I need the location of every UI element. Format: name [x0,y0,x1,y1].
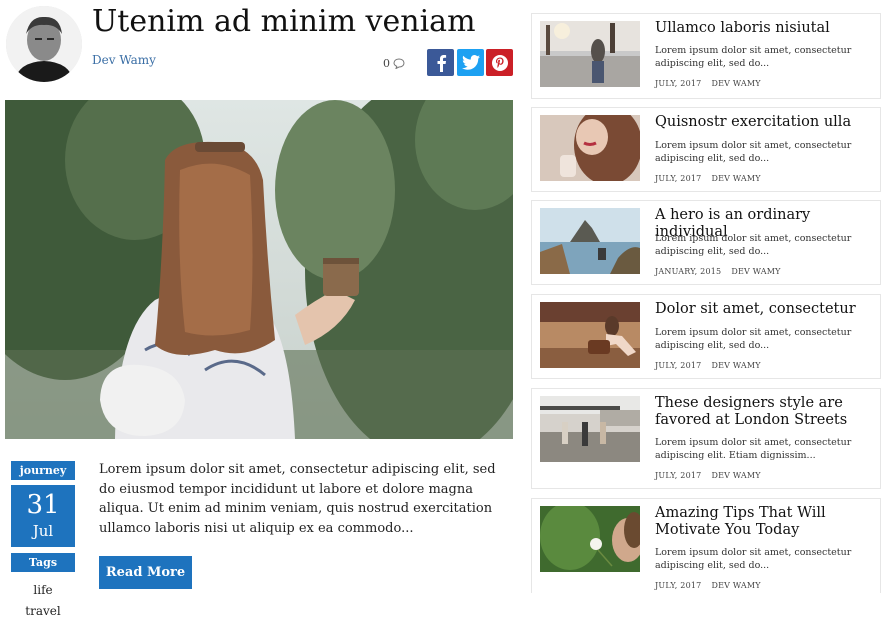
twitter-share-button[interactable] [457,49,484,76]
facebook-icon [437,54,446,72]
author-avatar[interactable] [6,6,82,82]
sidebar-post-card[interactable]: These designers style are favored at Lon… [531,388,881,489]
sidebar-post-meta: JULY, 2017 DEV WAMY [655,581,761,590]
pinterest-share-button[interactable] [486,49,513,76]
sidebar-post-meta: JULY, 2017 DEV WAMY [655,361,761,370]
comment-count[interactable]: 0 [383,57,405,70]
sidebar-post-thumbnail[interactable] [540,396,640,462]
featured-image[interactable] [5,100,513,439]
post-author-link[interactable]: Dev Wamy [92,53,156,67]
sidebar-post-title[interactable]: Amazing Tips That Will Motivate You Toda… [655,505,877,539]
post-date-day: 31 [26,490,60,520]
sidebar-post-excerpt: Lorem ipsum dolor sit amet, consectetur … [655,140,852,164]
twitter-icon [461,55,480,70]
sidebar-post-date: JULY, 2017 [655,174,702,183]
sidebar-post-thumbnail[interactable] [540,302,640,368]
sidebar-post-meta: JANUARY, 2015 DEV WAMY [655,267,781,276]
post-date-month: Jul [32,522,54,540]
tags-label: Tags [11,553,75,572]
sidebar-post-thumbnail[interactable] [540,208,640,274]
sidebar-post-author[interactable]: DEV WAMY [711,174,760,183]
sidebar-post-card[interactable]: A hero is an ordinary individual Lorem i… [531,200,881,285]
sidebar-post-meta: JULY, 2017 DEV WAMY [655,471,761,480]
sidebar-post-author[interactable]: DEV WAMY [711,361,760,370]
sidebar-post-excerpt: Lorem ipsum dolor sit amet, consectetur … [655,233,852,257]
post-date-box: 31 Jul [11,485,75,547]
sidebar-post-card[interactable]: Dolor sit amet, consectetur Lorem ipsum … [531,294,881,379]
sidebar-post-meta: JULY, 2017 DEV WAMY [655,79,761,88]
category-badge[interactable]: journey [11,461,75,480]
pinterest-icon [491,54,508,71]
sidebar-post-meta: JULY, 2017 DEV WAMY [655,174,761,183]
sidebar-post-title[interactable]: Dolor sit amet, consectetur [655,301,877,318]
sidebar-post-card[interactable]: Amazing Tips That Will Motivate You Toda… [531,498,881,593]
comment-count-value: 0 [383,57,390,70]
sidebar-post-thumbnail[interactable] [540,115,640,181]
sidebar-post-date: JULY, 2017 [655,361,702,370]
sidebar-post-excerpt: Lorem ipsum dolor sit amet, consectetur … [655,547,852,571]
sidebar-post-date: JULY, 2017 [655,471,702,480]
sidebar-post-author[interactable]: DEV WAMY [731,267,780,276]
sidebar-post-thumbnail[interactable] [540,21,640,87]
sidebar-post-title[interactable]: Quisnostr exercitation ulla [655,114,877,131]
sidebar-post-card[interactable]: Quisnostr exercitation ulla Lorem ipsum … [531,107,881,192]
sidebar-post-excerpt: Lorem ipsum dolor sit amet, consectetur … [655,327,852,351]
sidebar-post-author[interactable]: DEV WAMY [711,471,760,480]
tag-link-travel[interactable]: travel [11,604,75,618]
post-excerpt: Lorem ipsum dolor sit amet, consectetur … [99,462,496,536]
sidebar-post-date: JULY, 2017 [655,79,702,88]
comment-icon [393,58,405,69]
sidebar-post-date: JANUARY, 2015 [655,267,722,276]
read-more-button[interactable]: Read More [99,556,192,589]
sidebar-post-title[interactable]: These designers style are favored at Lon… [655,395,877,429]
sidebar-post-excerpt: Lorem ipsum dolor sit amet, consectetur … [655,437,852,461]
sidebar-post-author[interactable]: DEV WAMY [711,581,760,590]
post-title[interactable]: Utenim ad minim veniam [92,2,476,42]
tag-link-life[interactable]: life [11,583,75,597]
facebook-share-button[interactable] [427,49,454,76]
sidebar-post-author[interactable]: DEV WAMY [711,79,760,88]
sidebar-post-excerpt: Lorem ipsum dolor sit amet, consectetur … [655,45,852,69]
sidebar-post-thumbnail[interactable] [540,506,640,572]
sidebar-post-date: JULY, 2017 [655,581,702,590]
sidebar-post-card[interactable]: Ullamco laboris nisiutal Lorem ipsum dol… [531,13,881,99]
sidebar-post-title[interactable]: Ullamco laboris nisiutal [655,20,877,37]
